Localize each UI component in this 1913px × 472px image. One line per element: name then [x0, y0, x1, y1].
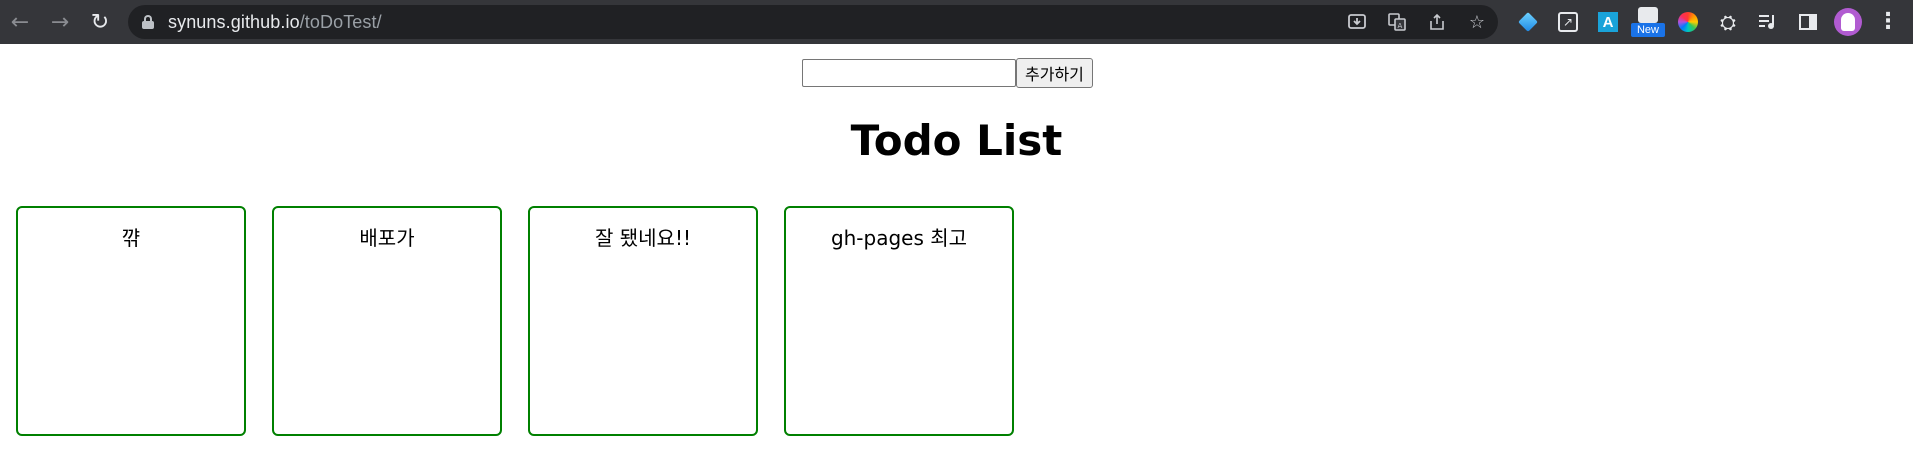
- side-panel-button[interactable]: [1788, 0, 1828, 44]
- new-badge: New: [1631, 23, 1665, 37]
- side-panel-icon: [1799, 14, 1817, 30]
- square-arrow-extension-button[interactable]: ↗: [1548, 0, 1588, 44]
- lock-icon: [142, 15, 154, 29]
- todo-card: 배포가: [272, 206, 502, 436]
- todo-input[interactable]: [802, 59, 1016, 87]
- svg-text:A: A: [1398, 22, 1403, 30]
- arrow-left-icon: ←: [10, 9, 30, 35]
- extensions-bar: ↗ A New ⛭ ⋮: [1508, 0, 1908, 44]
- arrow-right-icon: →: [50, 9, 70, 35]
- browser-toolbar: ← → ↻ synuns.github.io/toDoTest/ A ☆ ↗ A…: [0, 0, 1913, 44]
- profile-button[interactable]: [1828, 0, 1868, 44]
- back-button[interactable]: ←: [0, 0, 40, 44]
- color-wheel-extension-icon: [1678, 12, 1698, 32]
- url-text[interactable]: synuns.github.io/toDoTest/: [168, 12, 382, 33]
- new-extension-icon: [1638, 7, 1658, 23]
- browser-menu-button[interactable]: ⋮: [1868, 0, 1908, 44]
- square-arrow-extension-icon: ↗: [1558, 12, 1578, 32]
- address-bar[interactable]: synuns.github.io/toDoTest/ A ☆: [128, 5, 1498, 39]
- todo-text: gh-pages 최고: [830, 226, 968, 250]
- add-button[interactable]: 추가하기: [1016, 58, 1093, 88]
- add-todo-form: 추가하기: [802, 58, 1093, 88]
- url-host: synuns.github.io: [168, 11, 300, 32]
- media-control-button[interactable]: [1748, 0, 1788, 44]
- todo-card: 잘 됐네요!!: [528, 206, 758, 436]
- url-path: /toDoTest/: [299, 11, 382, 32]
- avatar: [1834, 8, 1862, 36]
- a-extension-button[interactable]: A: [1588, 0, 1628, 44]
- reload-button[interactable]: ↻: [80, 0, 120, 44]
- reload-icon: ↻: [90, 9, 110, 35]
- kebab-menu-icon: ⋮: [1877, 9, 1899, 34]
- new-extension-button[interactable]: New: [1628, 0, 1668, 44]
- translate-icon[interactable]: A: [1386, 11, 1408, 33]
- todo-text: 잘 됐네요!!: [595, 226, 691, 250]
- puzzle-extensions-icon: ⛭: [1720, 10, 1736, 34]
- gem-extension-icon: [1518, 12, 1538, 32]
- extensions-menu-button[interactable]: ⛭: [1708, 0, 1748, 44]
- forward-button[interactable]: →: [40, 0, 80, 44]
- share-icon[interactable]: [1426, 11, 1448, 33]
- todo-card: gh-pages 최고: [784, 206, 1014, 436]
- bookmark-star-icon[interactable]: ☆: [1466, 11, 1488, 33]
- page-title: Todo List: [850, 116, 1063, 165]
- todo-card: 꺆: [16, 206, 246, 436]
- gem-extension-button[interactable]: [1508, 0, 1548, 44]
- todo-list: 꺆 배포가 잘 됐네요!! gh-pages 최고: [16, 206, 1014, 436]
- media-playlist-icon: [1759, 15, 1774, 29]
- page-content: 추가하기 Todo List 꺆 배포가 잘 됐네요!! gh-pages 최고: [0, 44, 1913, 472]
- todo-text: 꺆: [121, 226, 141, 250]
- install-app-icon[interactable]: [1346, 11, 1368, 33]
- todo-text: 배포가: [359, 226, 415, 250]
- a-extension-icon: A: [1598, 12, 1618, 32]
- color-wheel-extension-button[interactable]: [1668, 0, 1708, 44]
